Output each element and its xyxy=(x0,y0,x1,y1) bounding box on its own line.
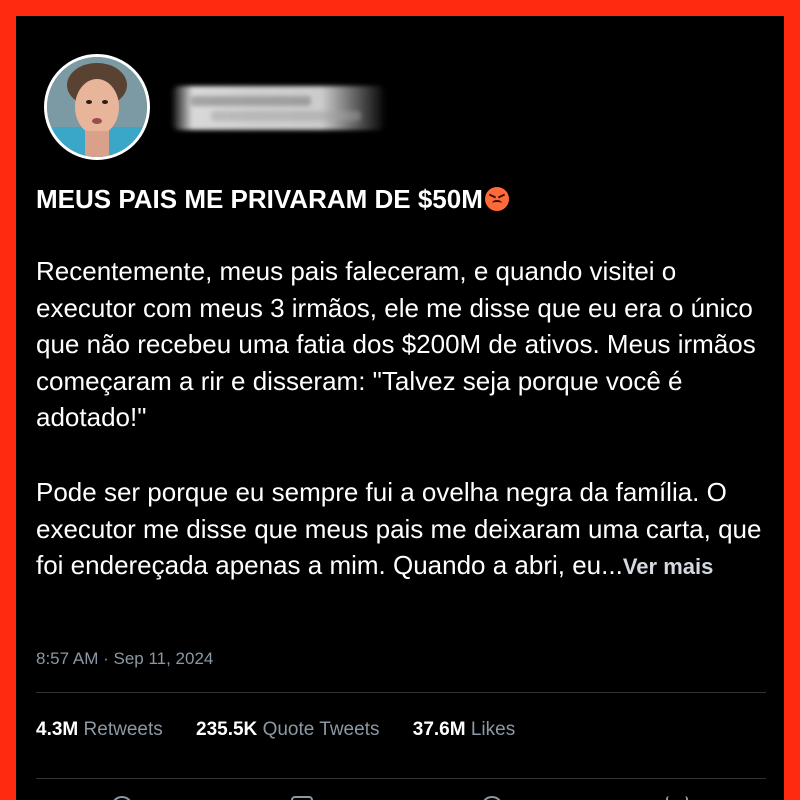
tweet-card: MEUS PAIS ME PRIVARAM DE $50M Recentemen… xyxy=(16,16,784,800)
see-more-link[interactable]: Ver mais xyxy=(623,554,714,579)
quotes-count: 235.5K xyxy=(196,719,258,740)
share-icon[interactable] xyxy=(666,796,688,800)
action-bar xyxy=(16,788,784,800)
tweet-timestamp[interactable]: 8:57 AM · Sep 11, 2024 xyxy=(36,649,213,669)
like-icon[interactable] xyxy=(481,796,503,800)
tweet-headline: MEUS PAIS ME PRIVARAM DE $50M xyxy=(36,181,766,217)
tweet-stats: 4.3M Retweets 235.5K Quote Tweets 37.6M … xyxy=(36,719,543,741)
retweets-stat[interactable]: 4.3M Retweets xyxy=(36,719,163,740)
quotes-label: Quote Tweets xyxy=(262,719,380,740)
likes-count: 37.6M xyxy=(412,719,466,740)
divider xyxy=(36,692,766,693)
likes-stat[interactable]: 37.6M Likes xyxy=(413,719,515,740)
likes-label: Likes xyxy=(470,719,516,740)
angry-face-icon xyxy=(484,187,509,211)
avatar-photo xyxy=(47,57,147,157)
retweets-label: Retweets xyxy=(83,719,163,740)
reply-icon[interactable] xyxy=(111,796,133,800)
blurred-username[interactable] xyxy=(171,86,386,130)
tweet-paragraph-2: Pode ser porque eu sempre fui a ovelha n… xyxy=(36,474,776,586)
quote-tweets-stat[interactable]: 235.5K Quote Tweets xyxy=(196,719,379,740)
avatar[interactable] xyxy=(44,54,150,160)
retweets-count: 4.3M xyxy=(36,719,79,740)
tweet-paragraph-1: Recentemente, meus pais faleceram, e qua… xyxy=(36,256,756,432)
divider xyxy=(36,778,766,779)
headline-text: MEUS PAIS ME PRIVARAM DE $50M xyxy=(36,184,483,214)
retweet-icon[interactable] xyxy=(291,796,313,800)
